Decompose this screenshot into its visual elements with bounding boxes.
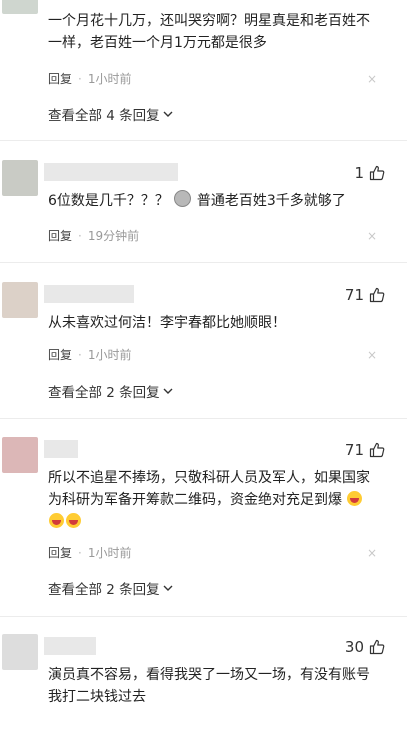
laughing-emoji-icon — [66, 513, 81, 528]
reply-button[interactable]: 回复 — [48, 227, 72, 244]
username-redacted[interactable] — [44, 440, 78, 458]
like-button[interactable]: 30 — [345, 638, 385, 656]
timestamp: 1小时前 — [87, 72, 132, 86]
comment-meta: 回复 · 1小时前 — [48, 70, 131, 87]
timestamp: 19分钟前 — [87, 229, 140, 243]
comment-text-line: 一样，老百姓一个月1万元都是很多 — [48, 35, 267, 51]
reply-button[interactable]: 回复 — [48, 346, 72, 363]
view-all-replies-link[interactable]: 查看全部 2 条回复 — [48, 578, 173, 598]
comment-text-part: 6位数是几千？？？ — [48, 193, 169, 209]
laughing-emoji-icon — [49, 513, 64, 528]
like-button[interactable]: 1 — [354, 164, 385, 182]
comment-text: 所以不追星不捧场，只敬科研人员及军人，如果国家 为科研为军备开筹款二维码，资金绝… — [48, 467, 378, 533]
comment-meta: 回复 · 1小时前 — [48, 544, 131, 561]
close-icon[interactable]: × — [367, 72, 377, 86]
view-all-replies-link[interactable]: 查看全部 4 条回复 — [48, 104, 173, 124]
like-button[interactable]: 71 — [345, 286, 385, 304]
avatar[interactable] — [2, 282, 38, 318]
like-count: 30 — [344, 638, 364, 656]
divider — [0, 616, 407, 617]
meta-separator: · — [78, 545, 82, 560]
avatar[interactable] — [2, 634, 38, 670]
comment-text-line: 所以不追星不捧场，只敬科研人员及军人，如果国家 — [48, 470, 370, 486]
comment-text: 从未喜欢过何洁！李宇春都比她顺眼！ — [48, 312, 378, 334]
comment-meta: 回复 · 19分钟前 — [48, 227, 139, 244]
like-button[interactable]: 71 — [345, 441, 385, 459]
meta-separator: · — [78, 228, 82, 243]
comment-text-line: 我打二块钱过去 — [48, 689, 146, 705]
timestamp: 1小时前 — [87, 348, 132, 362]
comment-text: 一个月花十几万，还叫哭穷啊？明星真是和老百姓不 一样，老百姓一个月1万元都是很多 — [48, 10, 378, 54]
view-all-replies-label: 查看全部 2 条回复 — [48, 582, 160, 598]
view-all-replies-link[interactable]: 查看全部 2 条回复 — [48, 381, 173, 401]
comment-text-line: 从未喜欢过何洁！李宇春都比她顺眼！ — [48, 315, 286, 331]
divider — [0, 140, 407, 141]
username-redacted[interactable] — [44, 285, 134, 303]
close-icon[interactable]: × — [367, 546, 377, 560]
comment-text-line: 为科研为军备开筹款二维码，资金绝对充足到爆 — [48, 489, 378, 511]
thumbs-up-icon — [369, 165, 385, 181]
like-count: 71 — [344, 441, 364, 459]
comment-text-line: 演员真不容易，看得我哭了一场又一场，有没有账号 — [48, 667, 370, 683]
reply-button[interactable]: 回复 — [48, 544, 72, 561]
username-redacted[interactable] — [44, 163, 178, 181]
chevron-down-icon — [163, 388, 173, 394]
reply-button[interactable]: 回复 — [48, 70, 72, 87]
chevron-down-icon — [163, 111, 173, 117]
meta-separator: · — [78, 347, 82, 362]
view-all-replies-label: 查看全部 2 条回复 — [48, 385, 160, 401]
comment-text: 6位数是几千？？？ 普通老百姓3千多就够了 — [48, 190, 378, 212]
view-all-replies-label: 查看全部 4 条回复 — [48, 108, 160, 124]
comment-text: 演员真不容易，看得我哭了一场又一场，有没有账号 我打二块钱过去 — [48, 664, 378, 708]
comment-meta: 回复 · 1小时前 — [48, 346, 131, 363]
chevron-down-icon — [163, 585, 173, 591]
comment-text-line: 一个月花十几万，还叫哭穷啊？明星真是和老百姓不 — [48, 13, 370, 29]
thumbs-up-icon — [369, 442, 385, 458]
thumbs-up-icon — [369, 287, 385, 303]
comment-text-line — [48, 511, 378, 533]
like-count: 1 — [354, 164, 364, 182]
close-icon[interactable]: × — [367, 229, 377, 243]
like-count: 71 — [344, 286, 364, 304]
avatar[interactable] — [2, 437, 38, 473]
avatar[interactable] — [2, 0, 38, 14]
divider — [0, 262, 407, 263]
comment-text-part: 为科研为军备开筹款二维码，资金绝对充足到爆 — [48, 492, 342, 508]
timestamp: 1小时前 — [87, 546, 132, 560]
thumbs-up-icon — [369, 639, 385, 655]
laughing-emoji-icon — [347, 491, 363, 506]
comment-text-part: 普通老百姓3千多就够了 — [196, 193, 346, 209]
divider — [0, 418, 407, 419]
smug-emoji-icon — [174, 190, 192, 207]
comment-list: 一个月花十几万，还叫哭穷啊？明星真是和老百姓不 一样，老百姓一个月1万元都是很多… — [0, 0, 407, 740]
close-icon[interactable]: × — [367, 348, 377, 362]
avatar[interactable] — [2, 160, 38, 196]
username-redacted[interactable] — [44, 637, 96, 655]
meta-separator: · — [78, 71, 82, 86]
